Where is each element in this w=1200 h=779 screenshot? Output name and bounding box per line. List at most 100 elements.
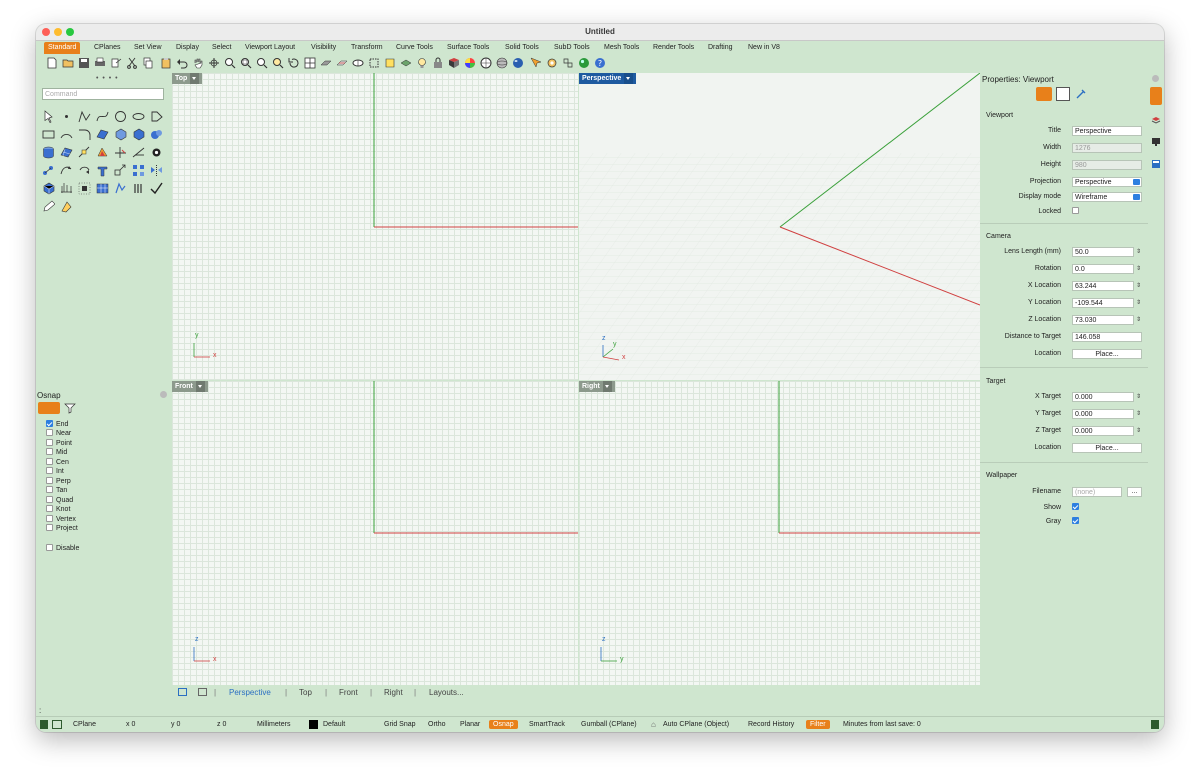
viewport-perspective-title[interactable]: Perspective	[579, 73, 637, 84]
osnap-near[interactable]: Near	[46, 429, 71, 438]
osnap-close-icon[interactable]	[160, 391, 167, 398]
status-smarttrack[interactable]: SmartTrack	[529, 720, 565, 729]
command-input[interactable]: Command	[42, 88, 164, 100]
rotation-stepper[interactable]: ⇕	[1135, 264, 1142, 274]
display-mode-select[interactable]: Wireframe	[1072, 192, 1142, 202]
tab-display[interactable]: Display	[172, 42, 203, 54]
zoom-selected-icon[interactable]	[272, 57, 284, 69]
boolean-icon[interactable]	[96, 146, 109, 159]
dimension-icon[interactable]	[60, 182, 73, 195]
y-location-stepper[interactable]: ⇕	[1135, 298, 1142, 308]
camera-place-button[interactable]: Place...	[1072, 349, 1142, 359]
cplane-icon[interactable]	[352, 57, 364, 69]
mirror-icon[interactable]	[150, 164, 163, 177]
lens-stepper[interactable]: ⇕	[1135, 247, 1142, 257]
display-panel-icon[interactable]	[1151, 137, 1161, 147]
osnap-knot[interactable]: Knot	[46, 505, 70, 514]
tab-select[interactable]: Select	[208, 42, 235, 54]
properties-icon[interactable]	[448, 57, 460, 69]
camera-tab-icon[interactable]	[1036, 87, 1052, 101]
single-layout-icon[interactable]	[198, 688, 207, 696]
surface-icon[interactable]	[96, 128, 109, 141]
checkbox-cen[interactable]	[46, 458, 53, 465]
status-gumball[interactable]: Gumball (CPlane)	[581, 720, 637, 729]
osnap-project[interactable]: Project	[46, 524, 78, 533]
scale-icon[interactable]	[114, 164, 127, 177]
rectangle-icon[interactable]	[42, 128, 55, 141]
viewport-right-dropdown-icon[interactable]	[602, 381, 612, 392]
undo-icon[interactable]	[176, 57, 188, 69]
title-field[interactable]: Perspective	[1072, 126, 1142, 136]
curve-icon[interactable]	[96, 110, 109, 123]
viewport-perspective[interactable]: Perspective z y x	[579, 73, 980, 380]
x-location-stepper[interactable]: ⇕	[1135, 281, 1142, 291]
point-icon[interactable]	[60, 110, 73, 123]
solid-box-icon[interactable]	[42, 182, 55, 195]
undo-view-icon[interactable]	[288, 57, 300, 69]
tab-render-tools[interactable]: Render Tools	[649, 42, 698, 54]
tab-transform[interactable]: Transform	[347, 42, 387, 54]
tab-surface-tools[interactable]: Surface Tools	[443, 42, 493, 54]
tab-new-in-v8[interactable]: New in V8	[744, 42, 784, 54]
tab-solid-tools[interactable]: Solid Tools	[501, 42, 543, 54]
tab-mesh-tools[interactable]: Mesh Tools	[600, 42, 643, 54]
circle-icon[interactable]	[114, 110, 127, 123]
osnap-filter-icon[interactable]	[64, 402, 76, 414]
layer-icon[interactable]	[400, 57, 412, 69]
checkbox-tan[interactable]	[46, 486, 53, 493]
zoom-extents-icon[interactable]	[256, 57, 268, 69]
viewport-tab-layouts[interactable]: Layouts...	[429, 688, 464, 697]
render-icon[interactable]	[578, 57, 590, 69]
viewport-top-dropdown-icon[interactable]	[190, 73, 200, 84]
status-planar[interactable]: Planar	[460, 720, 480, 729]
checkbox-vertex[interactable]	[46, 515, 53, 522]
osnap-tab-icon[interactable]	[38, 402, 60, 414]
status-auto-cplane[interactable]: Auto CPlane (Object)	[663, 720, 729, 729]
move-icon[interactable]	[96, 164, 109, 177]
explode-icon[interactable]	[150, 146, 163, 159]
environment-sphere-icon[interactable]	[512, 57, 524, 69]
viewport-tab-icon[interactable]	[1056, 87, 1070, 101]
viewport-top-title[interactable]: Top	[172, 73, 203, 84]
material-sphere-icon[interactable]	[496, 57, 508, 69]
check-icon[interactable]	[150, 182, 163, 195]
rotate-icon[interactable]	[78, 164, 91, 177]
tab-subd-tools[interactable]: SubD Tools	[550, 42, 594, 54]
status-ortho[interactable]: Ortho	[428, 720, 446, 729]
zoom-window-icon[interactable]	[240, 57, 252, 69]
block-icon[interactable]	[96, 182, 109, 195]
copy-icon[interactable]	[142, 57, 154, 69]
z-location-stepper[interactable]: ⇕	[1135, 315, 1142, 325]
ellipse-icon[interactable]	[132, 110, 145, 123]
pencil-icon[interactable]	[42, 200, 56, 213]
tab-drafting[interactable]: Drafting	[704, 42, 737, 54]
lock-icon[interactable]	[432, 57, 444, 69]
edit-points-icon[interactable]	[78, 146, 91, 159]
join-icon[interactable]	[42, 164, 55, 177]
sphere-icon[interactable]	[150, 128, 163, 141]
cylinder-icon[interactable]	[42, 146, 55, 159]
split-icon[interactable]	[132, 146, 145, 159]
checkbox-near[interactable]	[46, 429, 53, 436]
checkbox-end[interactable]	[46, 420, 53, 427]
cut-icon[interactable]	[126, 57, 138, 69]
z-target-field[interactable]: 0.000	[1072, 426, 1134, 436]
osnap-disable[interactable]: Disable	[46, 544, 79, 553]
array-icon[interactable]	[132, 164, 145, 177]
viewport-top[interactable]: Top y x	[172, 73, 578, 380]
viewport-tab-right[interactable]: Right	[384, 688, 403, 697]
tab-curve-tools[interactable]: Curve Tools	[392, 42, 437, 54]
osnap-cen[interactable]: Cen	[46, 458, 69, 467]
viewport-tab-front[interactable]: Front	[339, 688, 358, 697]
analyze-icon[interactable]	[114, 182, 127, 195]
help-panel-icon[interactable]	[1151, 159, 1161, 169]
rotate-view-icon[interactable]	[208, 57, 220, 69]
spotlight-icon[interactable]	[530, 57, 542, 69]
filename-field[interactable]: (none)	[1072, 487, 1122, 497]
snap-icon[interactable]	[368, 57, 380, 69]
color-wheel-icon[interactable]	[464, 57, 476, 69]
named-views-icon[interactable]	[320, 57, 332, 69]
polyline-icon[interactable]	[78, 110, 91, 123]
open-folder-icon[interactable]	[62, 57, 74, 69]
projection-select[interactable]: Perspective	[1072, 177, 1142, 187]
